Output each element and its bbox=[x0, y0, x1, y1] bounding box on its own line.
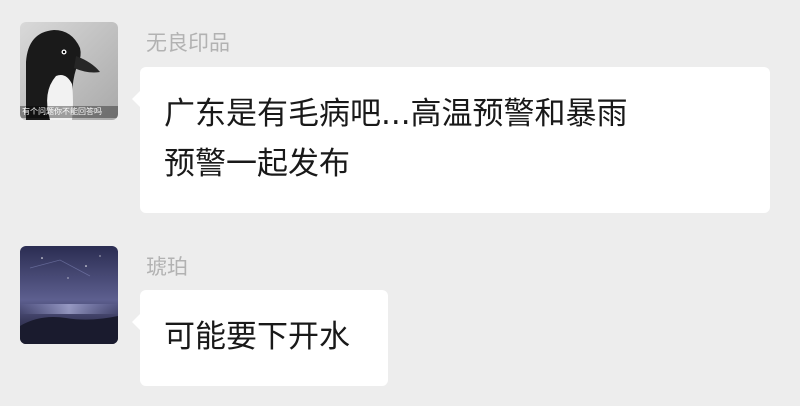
message-text: 广东是有毛病吧...高温预警和暴雨 预警一起发布 bbox=[164, 96, 628, 182]
bubble-tail bbox=[132, 314, 140, 330]
sender-name: 无良印品 bbox=[146, 31, 230, 55]
message-bubble[interactable]: 可能要下开水 bbox=[132, 290, 388, 386]
message-text: 可能要下开水 bbox=[164, 319, 350, 355]
avatar-caption: 有个问题你不能回答吗 bbox=[22, 107, 102, 116]
sender-name: 琥珀 bbox=[146, 255, 188, 279]
avatar[interactable] bbox=[20, 246, 118, 344]
message-bubble[interactable]: 广东是有毛病吧...高温预警和暴雨 预警一起发布 bbox=[132, 67, 770, 213]
avatar[interactable]: 有个问题你不能回答吗 bbox=[20, 22, 118, 120]
bubble-tail bbox=[132, 91, 140, 107]
night-sky-avatar-icon bbox=[20, 246, 118, 344]
chat-thread: 有个问题你不能回答吗 无良印品 广东是有毛病吧...高温预警和暴雨 预警一起发布 bbox=[0, 0, 800, 406]
